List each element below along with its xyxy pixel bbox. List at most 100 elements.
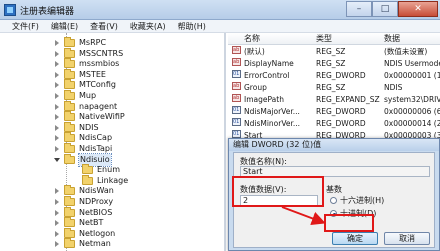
- folder-icon: [64, 68, 75, 79]
- expand-arrow-icon[interactable]: [54, 103, 60, 110]
- expand-arrow-icon[interactable]: [54, 82, 60, 89]
- binary-value-icon: [232, 118, 241, 126]
- regedit-app-icon: [4, 4, 16, 16]
- expand-arrow-icon[interactable]: [54, 188, 60, 195]
- value-data: system32\DRIVERS\n: [384, 95, 440, 104]
- column-name[interactable]: 名称: [244, 33, 260, 45]
- expand-arrow-icon[interactable]: [54, 40, 60, 46]
- column-type[interactable]: 类型: [316, 33, 332, 45]
- menu-help[interactable]: 帮助(H): [172, 20, 212, 32]
- expand-arrow-icon[interactable]: [54, 209, 60, 216]
- folder-icon: [64, 227, 75, 238]
- value-type: REG_DWORD: [316, 119, 366, 128]
- collapse-arrow-icon[interactable]: [54, 157, 60, 163]
- folder-icon: [64, 153, 75, 164]
- menu-bar: 文件(F) 编辑(E) 查看(V) 收藏夹(A) 帮助(H): [0, 20, 440, 33]
- folder-icon: [64, 58, 75, 69]
- value-type: REG_SZ: [316, 83, 346, 92]
- folder-icon: [64, 90, 75, 100]
- value-name: Group: [244, 83, 267, 92]
- value-type: REG_DWORD: [316, 107, 366, 116]
- expand-arrow-icon[interactable]: [54, 93, 60, 99]
- binary-value-icon: [232, 106, 241, 114]
- string-value-icon: [232, 82, 241, 90]
- folder-icon: [64, 238, 75, 249]
- ok-button[interactable]: 确定: [332, 232, 378, 245]
- value-name: DisplayName: [244, 59, 294, 68]
- folder-icon: [64, 111, 75, 122]
- menu-favorites[interactable]: 收藏夹(A): [124, 20, 172, 32]
- folder-icon: [64, 185, 75, 196]
- highlight-ok-button: [324, 214, 374, 232]
- highlight-data-field: [232, 176, 324, 207]
- folder-icon: [64, 143, 75, 153]
- title-bar: 注册表编辑器 – □ ✕: [0, 0, 440, 20]
- expand-arrow-icon[interactable]: [54, 199, 60, 205]
- window-controls: – □ ✕: [346, 1, 438, 17]
- value-data: NDIS: [384, 83, 403, 92]
- expand-arrow-icon[interactable]: [54, 135, 60, 142]
- menu-view[interactable]: 查看(V): [84, 20, 124, 32]
- tree-item[interactable]: Netman: [0, 238, 224, 250]
- folder-icon: [82, 164, 93, 175]
- expand-arrow-icon[interactable]: [54, 71, 60, 78]
- folder-icon: [64, 79, 75, 90]
- value-name: NdisMinorVer...: [244, 119, 301, 128]
- cancel-button[interactable]: 取消: [384, 232, 430, 245]
- tree-item-label: Netman: [79, 239, 111, 249]
- registry-tree[interactable]: MsRPC MSSCNTRS mssmbios MSTEE MTConfig Mup nap…: [0, 33, 226, 251]
- value-type: REG_EXPAND_SZ: [316, 95, 380, 104]
- folder-icon: [64, 121, 75, 132]
- value-row[interactable]: NdisMinorVer... REG_DWORD 0x00000014 (20): [228, 118, 440, 130]
- dialog-title: 编辑 DWORD (32 位)值: [229, 139, 439, 151]
- value-row[interactable]: ImagePath REG_EXPAND_SZ system32\DRIVERS\n: [228, 94, 440, 106]
- expand-arrow-icon[interactable]: [54, 146, 60, 152]
- minimize-button[interactable]: –: [346, 1, 372, 17]
- folder-icon: [82, 174, 93, 185]
- value-type: REG_DWORD: [316, 71, 366, 80]
- value-data: 0x00000001 (1): [384, 71, 440, 80]
- value-data: NDIS Usermode I/O: [384, 59, 440, 68]
- value-row[interactable]: DisplayName REG_SZ NDIS Usermode I/O: [228, 58, 440, 70]
- value-type: REG_SZ: [316, 59, 346, 68]
- value-name: ImagePath: [244, 95, 284, 104]
- string-value-icon: [232, 94, 241, 102]
- binary-value-icon: [232, 130, 241, 138]
- folder-icon: [64, 132, 75, 143]
- value-row[interactable]: Group REG_SZ NDIS: [228, 82, 440, 94]
- expand-arrow-icon[interactable]: [54, 241, 60, 248]
- value-data: 0x00000014 (20): [384, 119, 440, 128]
- list-header: 名称 类型 数据: [228, 33, 440, 45]
- value-name: ErrorControl: [244, 71, 290, 80]
- string-value-icon: [232, 58, 241, 66]
- string-value-icon: [232, 46, 241, 54]
- expand-arrow-icon[interactable]: [54, 230, 60, 237]
- expand-arrow-icon[interactable]: [54, 220, 60, 227]
- value-data: 0x00000006 (6): [384, 107, 440, 116]
- radio-hex[interactable]: [330, 197, 337, 204]
- menu-file[interactable]: 文件(F): [6, 20, 45, 32]
- expand-arrow-icon[interactable]: [54, 61, 60, 68]
- value-data: (数值未设置): [384, 47, 428, 56]
- menu-edit[interactable]: 编辑(E): [45, 20, 84, 32]
- column-data[interactable]: 数据: [384, 33, 400, 45]
- binary-value-icon: [232, 70, 241, 78]
- maximize-button[interactable]: □: [372, 1, 398, 17]
- value-row[interactable]: (默认) REG_SZ (数值未设置): [228, 46, 440, 58]
- folder-icon: [64, 196, 75, 206]
- value-row[interactable]: NdisMajorVer... REG_DWORD 0x00000006 (6): [228, 106, 440, 118]
- expand-arrow-icon[interactable]: [54, 114, 60, 121]
- window-title: 注册表编辑器: [20, 7, 75, 17]
- expand-arrow-icon[interactable]: [54, 50, 60, 57]
- folder-icon: [64, 217, 75, 228]
- folder-icon: [64, 47, 75, 58]
- value-name: (默认): [244, 47, 265, 56]
- close-button[interactable]: ✕: [398, 1, 438, 17]
- expand-arrow-icon[interactable]: [54, 124, 60, 131]
- radio-hex-label: 十六进制(H): [340, 196, 385, 205]
- value-name: NdisMajorVer...: [244, 107, 300, 116]
- base-group-label: 基数: [326, 185, 342, 194]
- value-row[interactable]: ErrorControl REG_DWORD 0x00000001 (1): [228, 70, 440, 82]
- folder-icon: [64, 100, 75, 111]
- folder-icon: [64, 37, 75, 47]
